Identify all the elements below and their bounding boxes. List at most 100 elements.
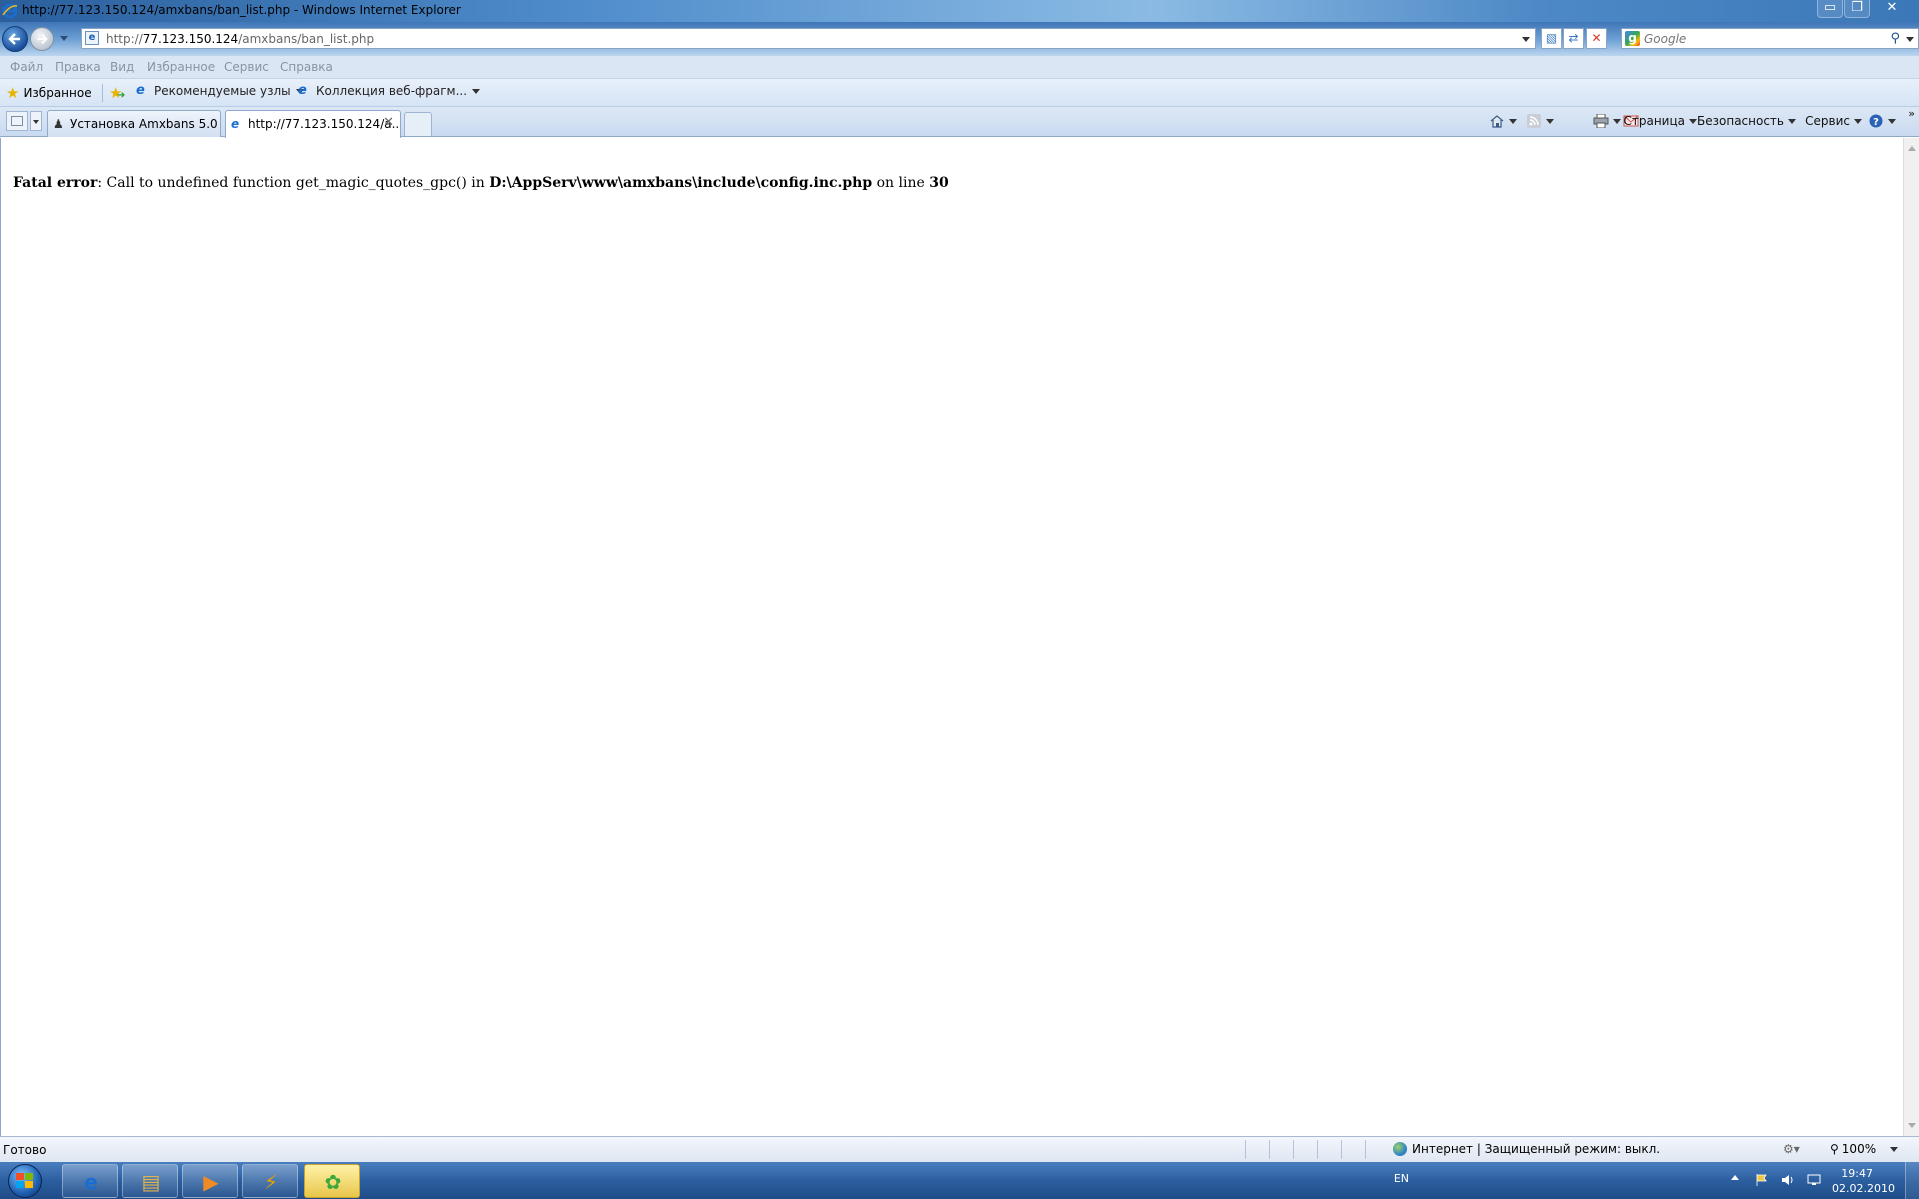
tab-ban-list[interactable]: e http://77.123.150.124/a... ✕ <box>225 110 401 138</box>
window-title: http://77.123.150.124/amxbans/ban_list.p… <box>22 3 461 17</box>
show-hidden-icons-icon[interactable] <box>1731 1175 1739 1180</box>
windows-explorer-icon: ▤ <box>141 1170 161 1194</box>
favorites-separator <box>102 84 103 102</box>
menu-tools[interactable]: Сервис <box>224 60 269 74</box>
menu-edit[interactable]: Правка <box>55 60 101 74</box>
url-text[interactable]: http://77.123.150.124/amxbans/ban_list.p… <box>106 32 374 46</box>
taskbar-app-internet-explorer[interactable]: e <box>62 1164 118 1198</box>
chevron-down-icon <box>1854 118 1862 124</box>
tab-list-dropdown[interactable] <box>30 111 42 131</box>
protected-mode-icon[interactable]: ⚙▾ <box>1783 1142 1800 1156</box>
start-button[interactable] <box>4 1163 48 1199</box>
ie-icon: e <box>136 83 145 98</box>
address-bar[interactable]: e http://77.123.150.124/amxbans/ban_list… <box>81 28 1536 49</box>
zoom-control[interactable]: ⚲ 100% <box>1830 1142 1899 1156</box>
windows-logo-icon <box>16 1173 33 1188</box>
winamp-icon: ⚡ <box>263 1170 279 1194</box>
page-ie-icon: e <box>85 31 99 45</box>
print-icon <box>1593 114 1609 128</box>
search-input[interactable] <box>1644 30 1884 47</box>
internet-explorer-icon: e <box>84 1170 98 1194</box>
chevron-down-icon <box>1509 118 1517 124</box>
address-toolbar: e http://77.123.150.124/amxbans/ban_list… <box>0 22 1919 56</box>
scroll-down-icon[interactable] <box>1908 1123 1916 1128</box>
add-to-favorites-bar-icon[interactable]: ★ ➜ <box>109 84 125 102</box>
ie-icon: e <box>298 83 307 98</box>
error-file: D:\AppServ\www\amxbans\include\config.in… <box>489 175 873 191</box>
close-tab-icon[interactable]: ✕ <box>383 115 394 130</box>
taskbar-app-windows-explorer[interactable]: ▤ <box>122 1164 178 1198</box>
clock-date[interactable]: 02.02.2010 <box>1832 1182 1895 1195</box>
chevron-down-icon <box>1788 118 1796 124</box>
chevron-down-icon <box>1546 118 1554 124</box>
forward-arrow-icon <box>37 33 48 45</box>
network-icon[interactable] <box>1807 1173 1821 1187</box>
taskbar-app-media-player[interactable]: ▶ <box>182 1164 238 1198</box>
maximize-button[interactable]: ❐ <box>1844 0 1870 18</box>
tab-bar: ♟ Установка Amxbans 5.0 - ... e http://7… <box>0 107 1919 138</box>
menu-file[interactable]: Файл <box>10 60 43 74</box>
error-text: : Call to undefined function get_magic_q… <box>97 175 490 191</box>
error-label: Fatal error <box>13 175 98 191</box>
vertical-scrollbar[interactable] <box>1903 138 1919 1136</box>
home-button[interactable] <box>1489 114 1517 128</box>
back-button[interactable] <box>2 26 28 52</box>
recent-pages-dropdown[interactable] <box>60 36 68 41</box>
help-button[interactable]: ? <box>1868 114 1896 128</box>
favorites-star-icon: ★ <box>6 84 20 102</box>
scroll-up-icon[interactable] <box>1908 146 1916 151</box>
error-line-number: 30 <box>929 175 949 191</box>
web-slice-gallery-link[interactable]: e Коллекция веб-фрагм... <box>298 83 481 98</box>
search-options-dropdown-icon[interactable] <box>1906 37 1914 42</box>
compatibility-view-button[interactable]: ▧ <box>1541 28 1562 49</box>
minimize-button[interactable]: ▭ <box>1817 0 1843 18</box>
print-button[interactable] <box>1593 114 1621 128</box>
favorites-button[interactable]: ★ Избранное <box>6 84 92 102</box>
language-indicator[interactable]: EN <box>1394 1172 1409 1185</box>
search-icon[interactable]: ⚲ <box>1890 31 1900 46</box>
svg-text:?: ? <box>1873 117 1879 128</box>
safety-menu-button[interactable]: Безопасность <box>1697 114 1796 128</box>
page-menu-button[interactable]: Страница <box>1623 114 1697 128</box>
taskbar-app-icq[interactable]: ✿ <box>304 1164 360 1198</box>
status-text: Готово <box>3 1143 47 1157</box>
action-center-flag-icon[interactable] <box>1755 1173 1769 1187</box>
volume-icon[interactable] <box>1781 1173 1795 1187</box>
show-desktop-button[interactable] <box>1905 1162 1919 1199</box>
forward-button[interactable] <box>30 27 54 51</box>
media-player-icon: ▶ <box>203 1170 219 1194</box>
page-content: Fatal error: Call to undefined function … <box>0 138 1903 1136</box>
stop-button[interactable]: ✕ <box>1586 28 1607 49</box>
quick-tabs-button[interactable] <box>6 111 28 131</box>
window-title-bar: http://77.123.150.124/amxbans/ban_list.p… <box>0 0 1919 22</box>
chevron-down-icon <box>1890 1146 1899 1152</box>
tools-menu-button[interactable]: Сервис <box>1805 114 1862 128</box>
address-dropdown-icon[interactable] <box>1522 37 1530 42</box>
suggested-sites-link[interactable]: e Рекомендуемые узлы <box>136 84 304 98</box>
menu-view[interactable]: Вид <box>110 60 134 74</box>
chevron-down-icon <box>1689 118 1697 124</box>
error-on-line-text: on line <box>872 175 930 191</box>
clock-time[interactable]: 19:47 <box>1841 1167 1873 1180</box>
refresh-button[interactable]: ⇄ <box>1563 28 1584 49</box>
favorites-bar: ★ Избранное ★ ➜ e Рекомендуемые узлы e Ко… <box>0 79 1919 107</box>
ie-icon: e <box>231 117 240 131</box>
windows-taskbar: e ▤ ▶ ⚡ ✿ EN 19:47 02.02.2010 <box>0 1162 1919 1199</box>
tab-amxbans-install[interactable]: ♟ Установка Amxbans 5.0 - ... <box>47 110 221 137</box>
menu-favorites[interactable]: Избранное <box>147 60 215 74</box>
close-button[interactable]: ✕ <box>1871 0 1913 18</box>
rss-feed-icon <box>1527 114 1541 128</box>
menu-help[interactable]: Справка <box>280 60 333 74</box>
back-arrow-icon <box>8 33 20 45</box>
system-tray: EN 19:47 02.02.2010 <box>1359 1162 1919 1199</box>
feeds-button[interactable] <box>1526 114 1554 128</box>
search-box[interactable]: g ⚲ <box>1621 28 1919 49</box>
toolbar-overflow-chevron-icon[interactable]: » <box>1908 107 1915 120</box>
security-zone[interactable]: Интернет | Защищенный режим: выкл. <box>1393 1142 1660 1156</box>
globe-icon <box>1393 1142 1407 1156</box>
php-error-message: Fatal error: Call to undefined function … <box>13 175 949 191</box>
taskbar-app-winamp[interactable]: ⚡ <box>242 1164 298 1198</box>
new-tab-button[interactable] <box>404 112 432 136</box>
ie-logo-icon <box>2 3 18 19</box>
google-icon: g <box>1625 31 1640 46</box>
